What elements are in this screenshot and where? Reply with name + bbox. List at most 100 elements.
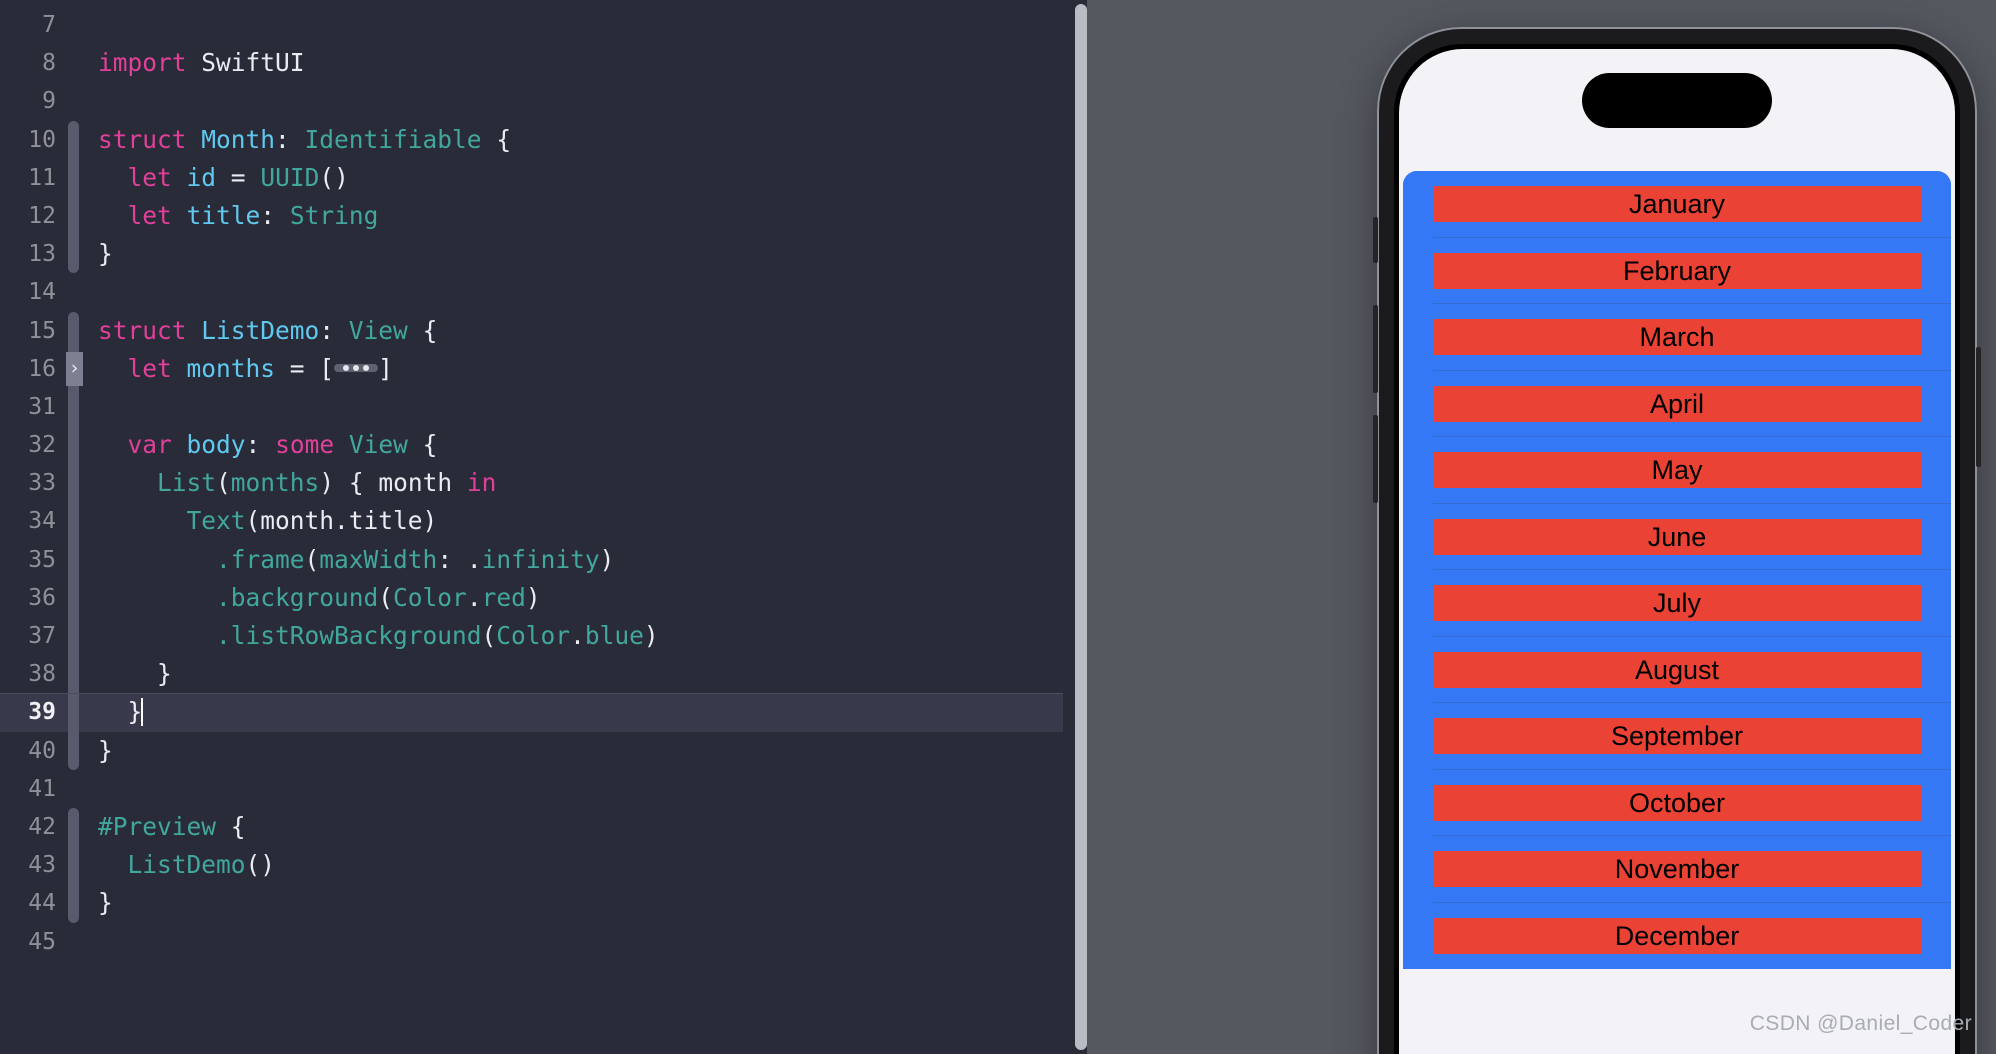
list-item-label: August [1433,651,1921,688]
list-item[interactable]: February [1403,237,1951,304]
code-fold-gutter[interactable] [59,693,88,732]
silent-switch-button[interactable] [1373,217,1378,263]
code-line[interactable]: 12 let title: String [0,196,1063,236]
power-button[interactable] [1976,347,1981,467]
code-line[interactable]: 36 .background(Color.red) [0,578,1063,618]
code-fold-gutter[interactable] [59,273,88,311]
code-fold-gutter[interactable] [59,120,88,159]
volume-up-button[interactable] [1373,305,1378,393]
code-text[interactable]: struct Month: Identifiable { [88,121,1063,159]
editor-scrollbar-thumb[interactable] [1075,4,1087,1050]
device-screen[interactable]: January February March April May June July Augu… [1399,49,1955,1054]
code-line[interactable]: 32 var body: some View { [0,426,1063,465]
code-text[interactable]: struct ListDemo: View { [88,312,1063,350]
code-line[interactable]: 33 List(months) { month in [0,464,1063,503]
code-text[interactable]: #Preview { [88,808,1063,846]
list-item[interactable]: July [1403,570,1951,637]
code-line[interactable]: 40} [0,731,1063,770]
code-fold-gutter[interactable] [59,617,88,656]
code-fold-gutter[interactable] [59,311,88,350]
swiftui-list-container[interactable]: January February March April May June July Augu… [1399,171,1955,1054]
code-text[interactable]: } [88,655,1063,693]
code-line[interactable]: 13} [0,235,1063,274]
code-line[interactable]: 11 let id = UUID() [0,158,1063,198]
preview-canvas[interactable]: January February March April May June July Augu… [1087,0,1996,1054]
list-item[interactable]: May [1403,437,1951,504]
code-line[interactable]: 42 #Preview { [0,807,1063,847]
code-text[interactable]: .background(Color.red) [88,579,1063,617]
editor-scrollbar-track[interactable] [1069,0,1087,1054]
code-line[interactable]: 45 [0,923,1063,961]
code-fold-gutter[interactable] [59,464,88,503]
code-text[interactable]: let months = [] [88,350,1063,388]
code-fold-gutter[interactable] [59,44,88,82]
code-line[interactable]: 10 struct Month: Identifiable { [0,120,1063,159]
code-fold-gutter[interactable] [59,770,88,808]
code-text[interactable]: } [88,884,1063,922]
code-line[interactable]: 8 import SwiftUI [0,44,1063,82]
code-line[interactable]: 7 [0,6,1063,44]
code-fold-gutter[interactable] [59,884,88,923]
code-line[interactable]: 34 Text(month.title) [0,502,1063,541]
code-token: } [98,697,143,727]
code-fold-gutter[interactable] [59,82,88,120]
list-item[interactable]: January [1403,171,1951,238]
code-fold-gutter[interactable]: › [59,349,88,389]
code-text[interactable]: } [88,693,1063,731]
code-line[interactable]: 15 struct ListDemo: View { [0,311,1063,350]
code-fold-gutter[interactable] [59,923,88,961]
code-line[interactable]: 16 › let months = [] [0,349,1063,389]
code-fold-gutter[interactable] [59,807,88,847]
code-fold-gutter[interactable] [59,731,88,770]
list-item[interactable]: March [1403,304,1951,371]
volume-down-button[interactable] [1373,415,1378,503]
code-fold-gutter[interactable] [59,540,88,580]
list-item[interactable]: September [1403,703,1951,770]
code-text[interactable]: Text(month.title) [88,502,1063,540]
list-item[interactable]: November [1403,836,1951,903]
code-editor-pane[interactable]: 7 8 import SwiftUI 9 10 struct Month: Identif… [0,0,1063,1054]
code-text[interactable]: ListDemo() [88,846,1063,884]
code-line[interactable]: 35 .frame(maxWidth: .infinity) [0,540,1063,580]
code-fold-gutter[interactable] [59,158,88,198]
list-item[interactable]: April [1403,370,1951,437]
line-number: 36 [28,584,56,611]
code-fold-gutter[interactable] [59,387,88,427]
code-text[interactable]: var body: some View { [88,426,1063,464]
code-line[interactable]: 14 [0,273,1063,311]
code-line[interactable]: 44} [0,884,1063,923]
list-item[interactable]: August [1403,636,1951,703]
code-fold-gutter[interactable] [59,196,88,236]
code-fold-gutter[interactable] [59,426,88,465]
list-item[interactable]: December [1403,902,1951,969]
chevron-right-icon[interactable]: › [66,351,83,386]
code-text[interactable]: import SwiftUI [88,44,1063,82]
code-line[interactable]: 9 [0,82,1063,120]
code-fold-gutter[interactable] [59,502,88,541]
code-text[interactable]: } [88,732,1063,770]
code-text[interactable]: let id = UUID() [88,159,1063,197]
code-text[interactable]: .frame(maxWidth: .infinity) [88,541,1063,579]
code-fold-gutter[interactable] [59,655,88,694]
code-fold-gutter[interactable] [59,578,88,618]
collapsed-code-ellipsis-icon[interactable] [334,363,379,372]
code-text[interactable]: .listRowBackground(Color.blue) [88,617,1063,655]
source-code-area[interactable]: 7 8 import SwiftUI 9 10 struct Month: Identif… [0,0,1063,961]
code-line[interactable]: 43 ListDemo() [0,846,1063,885]
code-text[interactable]: List(months) { month in [88,464,1063,502]
code-line[interactable]: 39 } [0,693,1063,732]
code-line[interactable]: 37 .listRowBackground(Color.blue) [0,617,1063,656]
code-line[interactable]: 31 [0,387,1063,427]
code-text[interactable]: let title: String [88,197,1063,235]
code-fold-gutter[interactable] [59,6,88,44]
list-item[interactable]: October [1403,769,1951,836]
code-fold-gutter[interactable] [59,846,88,885]
code-fold-gutter[interactable] [59,235,88,274]
pane-divider[interactable] [1063,0,1087,1054]
code-token: . [570,621,585,650]
code-text[interactable]: } [88,235,1063,273]
code-line[interactable]: 41 [0,770,1063,808]
month-list[interactable]: January February March April May June July Augu… [1403,171,1951,969]
list-item[interactable]: June [1403,503,1951,570]
code-line[interactable]: 38 } [0,655,1063,694]
